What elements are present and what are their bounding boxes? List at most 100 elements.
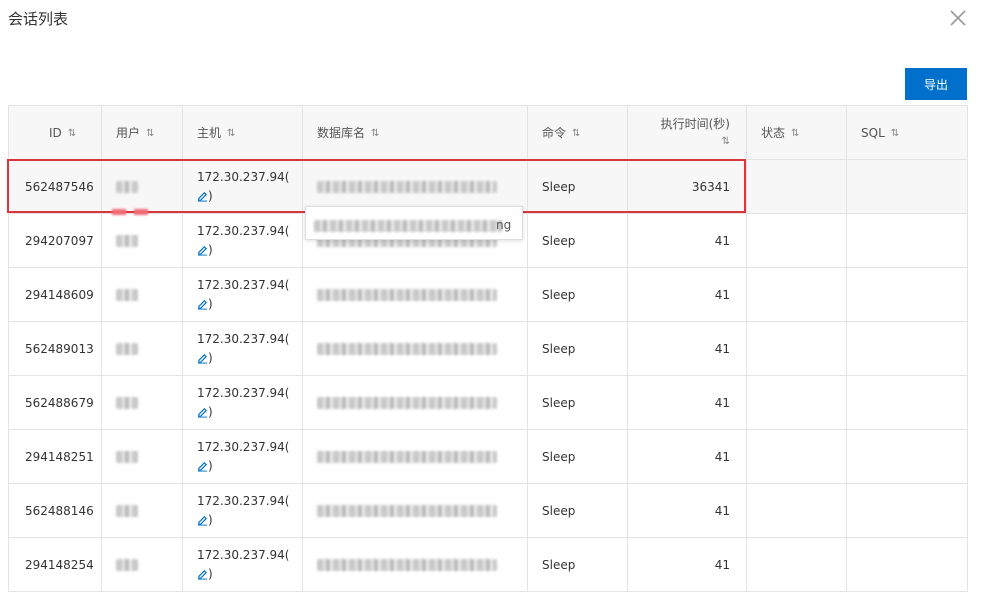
sort-icon[interactable]: ⇅ (791, 128, 799, 139)
database-name-tooltip: ng (305, 206, 523, 240)
host-close: ) (208, 458, 213, 473)
edit-icon[interactable] (197, 299, 208, 310)
table-row[interactable]: 562489013 172.30.237.94() Sleep 41 (8, 321, 968, 376)
cell-command: Sleep (527, 429, 628, 484)
cell-state (746, 537, 847, 592)
cell-host: 172.30.237.94() (182, 483, 303, 538)
cell-database (302, 483, 528, 538)
cell-time: 41 (627, 213, 747, 268)
edit-icon[interactable] (197, 461, 208, 472)
cell-command: Sleep (527, 159, 628, 214)
cell-host: 172.30.237.94() (182, 159, 303, 214)
cell-sql (846, 213, 968, 268)
column-label-sql: SQL (861, 125, 885, 140)
sort-icon[interactable]: ⇅ (572, 128, 580, 139)
table-header-row: ID ⇅ 用户 ⇅ 主机 ⇅ 数据库名 ⇅ 命令 ⇅ 执行时间(秒) ⇅ 状态 ⇅ SQL ⇅ (8, 105, 968, 160)
session-id: 294148254 (25, 557, 94, 572)
export-button[interactable]: 导出 (905, 68, 967, 100)
table-row[interactable]: 294148609 172.30.237.94() Sleep 41 (8, 267, 968, 322)
cell-host: 172.30.237.94() (182, 267, 303, 322)
sort-icon[interactable]: ⇅ (146, 128, 154, 139)
cell-sql (846, 537, 968, 592)
dialog-title: 会话列表 (8, 10, 69, 28)
time-value: 36341 (691, 179, 730, 194)
host-address: 172.30.237.94( (197, 331, 290, 346)
redacted-database (317, 451, 497, 463)
cell-host: 172.30.237.94() (182, 375, 303, 430)
sort-icon[interactable]: ⇅ (68, 128, 76, 139)
redacted-user (116, 289, 138, 301)
edit-icon[interactable] (197, 245, 208, 256)
redacted-user (116, 451, 138, 463)
cell-database (302, 267, 528, 322)
sort-icon[interactable]: ⇅ (371, 128, 379, 139)
time-value: 41 (714, 287, 730, 302)
cell-id: 294148254 (8, 537, 102, 592)
edit-icon[interactable] (197, 191, 208, 202)
cell-user (101, 159, 183, 214)
host-address: 172.30.237.94( (197, 439, 290, 454)
cell-sql (846, 483, 968, 538)
cell-sql (846, 429, 968, 484)
edit-icon[interactable] (197, 353, 208, 364)
column-header-host[interactable]: 主机 ⇅ (182, 105, 303, 160)
host-close: ) (208, 566, 213, 581)
cell-time: 36341 (627, 159, 747, 214)
edit-icon[interactable] (197, 569, 208, 580)
column-header-sql[interactable]: SQL ⇅ (846, 105, 968, 160)
cell-id: 294148609 (8, 267, 102, 322)
table-row[interactable]: 562488679 172.30.237.94() Sleep 41 (8, 375, 968, 430)
close-icon (950, 10, 966, 26)
redacted-user (116, 235, 138, 247)
table-row[interactable]: 294148254 172.30.237.94() Sleep 41 (8, 537, 968, 592)
tooltip-tail-text: ng (496, 218, 512, 232)
cell-command: Sleep (527, 375, 628, 430)
cell-command: Sleep (527, 483, 628, 538)
redacted-user (116, 343, 138, 355)
host-address: 172.30.237.94( (197, 493, 290, 508)
edit-icon[interactable] (197, 407, 208, 418)
close-button[interactable] (948, 8, 968, 28)
column-label-state: 状态 (761, 126, 786, 140)
cell-id: 562488679 (8, 375, 102, 430)
cell-command: Sleep (527, 267, 628, 322)
redacted-user (116, 505, 138, 517)
column-header-time[interactable]: 执行时间(秒) ⇅ (627, 105, 747, 160)
column-header-command[interactable]: 命令 ⇅ (527, 105, 628, 160)
cell-host: 172.30.237.94() (182, 429, 303, 484)
cell-state (746, 321, 847, 376)
session-id: 562488679 (25, 395, 94, 410)
column-label-id: ID (49, 125, 62, 140)
column-header-db[interactable]: 数据库名 ⇅ (302, 105, 528, 160)
edit-icon[interactable] (197, 515, 208, 526)
session-id: 562489013 (25, 341, 94, 356)
redacted-user (116, 181, 138, 193)
cell-state (746, 213, 847, 268)
cell-id: 562487546 (8, 159, 102, 214)
column-header-state[interactable]: 状态 ⇅ (746, 105, 847, 160)
session-id: 562487546 (25, 179, 94, 194)
cell-state (746, 375, 847, 430)
redacted-user (116, 397, 138, 409)
host-address: 172.30.237.94( (197, 169, 290, 184)
redacted-database (317, 181, 497, 193)
redacted-database (317, 505, 497, 517)
session-id: 294148251 (25, 449, 94, 464)
column-header-id[interactable]: ID ⇅ (8, 105, 102, 160)
sort-icon[interactable]: ⇅ (722, 133, 730, 151)
table-row[interactable]: 562488146 172.30.237.94() Sleep 41 (8, 483, 968, 538)
table-row[interactable]: 294148251 172.30.237.94() Sleep 41 (8, 429, 968, 484)
sort-icon[interactable]: ⇅ (891, 128, 899, 139)
session-id: 294148609 (25, 287, 94, 302)
time-value: 41 (714, 557, 730, 572)
column-label-time: 执行时间(秒) (660, 116, 730, 131)
cell-user (101, 213, 183, 268)
command-value: Sleep (542, 341, 576, 356)
sort-icon[interactable]: ⇅ (227, 128, 235, 139)
cell-user (101, 483, 183, 538)
time-value: 41 (714, 503, 730, 518)
cell-state (746, 267, 847, 322)
host-address: 172.30.237.94( (197, 547, 290, 562)
column-header-user[interactable]: 用户 ⇅ (101, 105, 183, 160)
session-id: 562488146 (25, 503, 94, 518)
